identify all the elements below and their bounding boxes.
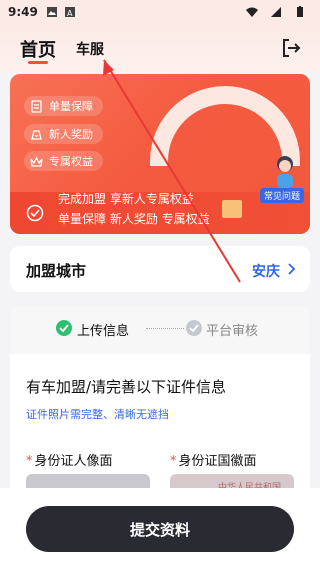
id-back-label-text: 身份证国徽面 bbox=[178, 454, 257, 469]
signal-icon bbox=[271, 7, 281, 17]
status-time: 9:49 bbox=[8, 5, 38, 19]
bottom-action-bar: 提交资料 bbox=[0, 488, 320, 568]
pill-newcomer-reward: 新人奖励 bbox=[24, 124, 103, 144]
documents-hint: 证件照片需完整、清晰无遮挡 bbox=[26, 408, 169, 421]
documents-title: 有车加盟/请完善以下证件信息 bbox=[26, 378, 227, 396]
step-upload-info: 上传信息 bbox=[77, 324, 130, 339]
progress-steps: 上传信息 平台审核 bbox=[10, 306, 310, 354]
pill-exclusive-rights: 专属权益 bbox=[24, 151, 103, 171]
banner-subline: 单量保障 新人奖励 专属权益 bbox=[58, 212, 210, 226]
tab-home[interactable]: 首页 bbox=[20, 36, 56, 62]
step-connector bbox=[146, 328, 184, 329]
required-asterisk: * bbox=[26, 454, 33, 469]
app-notification-icon: A bbox=[64, 7, 75, 18]
wifi-icon bbox=[246, 7, 258, 17]
document-icon bbox=[31, 99, 42, 113]
step-done-check-icon bbox=[56, 320, 72, 336]
tab-car-service[interactable]: 车服 bbox=[76, 39, 104, 59]
submit-button[interactable]: 提交资料 bbox=[26, 506, 294, 552]
join-city-value[interactable]: 安庆 bbox=[252, 261, 280, 281]
chevron-right-icon bbox=[288, 263, 296, 275]
step-platform-review: 平台审核 bbox=[206, 324, 259, 339]
banner-headline: 完成加盟 享新人专属权益 bbox=[58, 192, 194, 206]
pill-label: 新人奖励 bbox=[49, 128, 93, 141]
join-city-title: 加盟城市 bbox=[26, 262, 87, 280]
money-bag-icon bbox=[31, 129, 42, 140]
join-city-row[interactable]: 加盟城市 安庆 bbox=[10, 246, 310, 292]
id-front-label-text: 身份证人像面 bbox=[34, 454, 113, 469]
image-notification-icon bbox=[46, 7, 57, 17]
svg-text:A: A bbox=[67, 9, 73, 18]
header: 首页 车服 bbox=[0, 24, 320, 72]
customer-service-avatar bbox=[277, 156, 293, 188]
check-circle-icon bbox=[26, 204, 44, 222]
battery-icon bbox=[297, 6, 303, 17]
crown-icon bbox=[30, 156, 43, 167]
id-back-label: * 身份证国徽面 bbox=[170, 450, 257, 469]
pill-order-guarantee: 单量保障 bbox=[24, 96, 103, 116]
tab-active-indicator bbox=[28, 61, 48, 64]
pill-label: 单量保障 bbox=[49, 100, 93, 113]
pill-label: 专属权益 bbox=[49, 155, 93, 168]
logout-icon[interactable] bbox=[280, 37, 302, 59]
promo-banner[interactable]: 单量保障 新人奖励 专属权益 完成加盟 享新人专属权益 单量保障 新人奖励 专属… bbox=[10, 74, 310, 234]
required-asterisk: * bbox=[170, 454, 177, 469]
step-pending-check-icon bbox=[186, 320, 202, 336]
status-bar: 9:49 A bbox=[0, 0, 320, 24]
id-front-label: * 身份证人像面 bbox=[26, 450, 113, 469]
faq-badge[interactable]: 常见问题 bbox=[259, 188, 304, 203]
gift-box-graphic bbox=[222, 200, 242, 218]
